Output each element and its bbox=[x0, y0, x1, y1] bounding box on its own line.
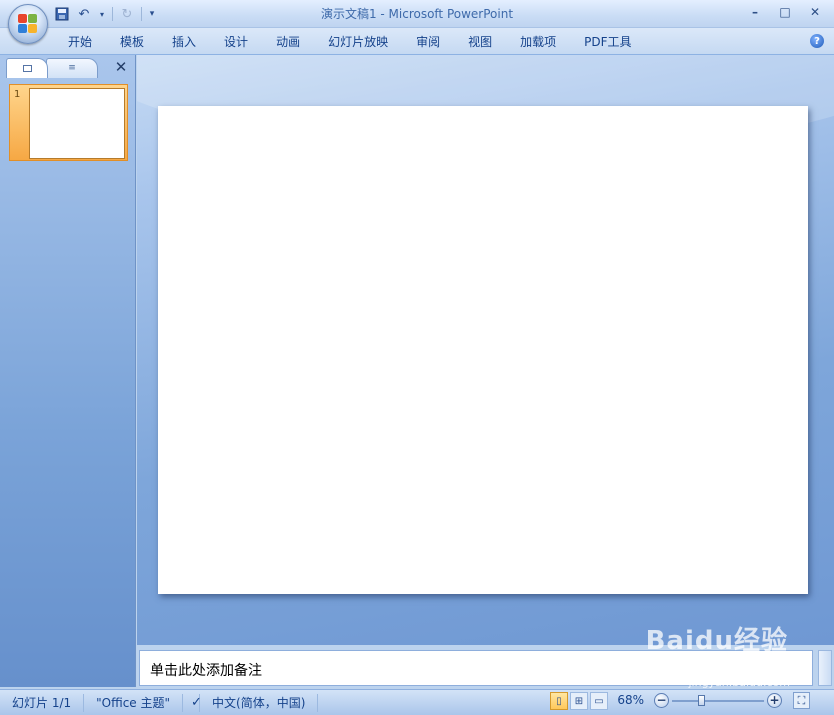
tab-outline[interactable]: ≡ bbox=[46, 58, 98, 78]
fit-to-window-icon[interactable]: ⛶ bbox=[793, 692, 810, 709]
minimize-button[interactable]: – bbox=[742, 3, 768, 21]
notes-scrollbar[interactable] bbox=[818, 650, 832, 686]
tab-templates[interactable]: 模板 bbox=[106, 34, 158, 50]
maximize-button[interactable]: □ bbox=[772, 3, 798, 21]
zoom-slider[interactable] bbox=[672, 695, 764, 706]
tab-review[interactable]: 审阅 bbox=[402, 34, 454, 50]
ribbon-tab-bar: 开始 模板 插入 设计 动画 幻灯片放映 审阅 视图 加载项 PDF工具 ? bbox=[0, 28, 834, 55]
help-icon[interactable]: ? bbox=[810, 34, 824, 48]
zoom-slider-thumb[interactable] bbox=[697, 695, 705, 706]
watermark-url: jingyan.baidu.com bbox=[688, 676, 790, 689]
slides-tab-icon bbox=[22, 65, 32, 72]
close-pane-icon[interactable]: ✕ bbox=[112, 58, 130, 76]
zoom-percent[interactable]: 68% bbox=[617, 693, 644, 707]
slide-thumbnail-item[interactable]: 1 bbox=[9, 84, 128, 161]
tab-home[interactable]: 开始 bbox=[54, 34, 106, 50]
office-logo-icon bbox=[18, 14, 38, 34]
ribbon-tabs: 开始 模板 插入 设计 动画 幻灯片放映 审阅 视图 加载项 PDF工具 bbox=[54, 34, 646, 50]
notes-placeholder: 单击此处添加备注 bbox=[150, 663, 262, 679]
window-title: 演示文稿1 - Microsoft PowerPoint bbox=[320, 7, 514, 21]
spell-check-icon[interactable]: ✓ bbox=[183, 693, 202, 712]
tab-slide-show[interactable]: 幻灯片放映 bbox=[314, 34, 402, 50]
slide-editing-area bbox=[137, 55, 834, 645]
tab-add-ins[interactable]: 加载项 bbox=[506, 34, 570, 50]
tab-view[interactable]: 视图 bbox=[454, 34, 506, 50]
tab-pdf-tools[interactable]: PDF工具 bbox=[570, 34, 645, 50]
tab-animations[interactable]: 动画 bbox=[262, 34, 314, 50]
slides-pane: ≡ ✕ 1 bbox=[0, 55, 136, 687]
slide-thumbnails: 1 bbox=[4, 78, 132, 678]
tab-design[interactable]: 设计 bbox=[210, 34, 262, 50]
window-controls: – □ ✕ bbox=[742, 3, 828, 21]
tab-slides[interactable] bbox=[6, 58, 48, 78]
slide-show-view-icon[interactable]: ▭ bbox=[590, 692, 608, 710]
zoom-out-icon[interactable]: − bbox=[654, 693, 669, 708]
office-button[interactable] bbox=[8, 4, 48, 44]
status-bar: 幻灯片 1/1 "Office 主题" ✓ 中文(简体，中国) bbox=[0, 689, 834, 715]
watermark-logo: Baidu经验 bbox=[645, 626, 788, 656]
view-buttons: ▯ ⊞ ▭ bbox=[550, 692, 608, 710]
normal-view-icon[interactable]: ▯ bbox=[550, 692, 568, 710]
slide-sorter-view-icon[interactable]: ⊞ bbox=[570, 692, 588, 710]
pane-tabs: ≡ ✕ bbox=[6, 58, 132, 78]
zoom-in-icon[interactable]: + bbox=[767, 693, 782, 708]
slide-number: 1 bbox=[14, 89, 21, 100]
outline-tab-icon: ≡ bbox=[68, 63, 76, 73]
tab-insert[interactable]: 插入 bbox=[158, 34, 210, 50]
title-bar: ↶ ▾ ↻ ▾ 演示文稿1 - Microsoft PowerPoint – □… bbox=[0, 0, 834, 28]
close-button[interactable]: ✕ bbox=[802, 3, 828, 21]
slide-count: 幻灯片 1/1 bbox=[0, 693, 85, 712]
slide-canvas[interactable] bbox=[158, 106, 808, 594]
slide-thumbnail bbox=[29, 88, 125, 159]
theme-name[interactable]: "Office 主题" bbox=[84, 693, 184, 712]
language-indicator[interactable]: 中文(简体，中国) bbox=[200, 693, 319, 712]
